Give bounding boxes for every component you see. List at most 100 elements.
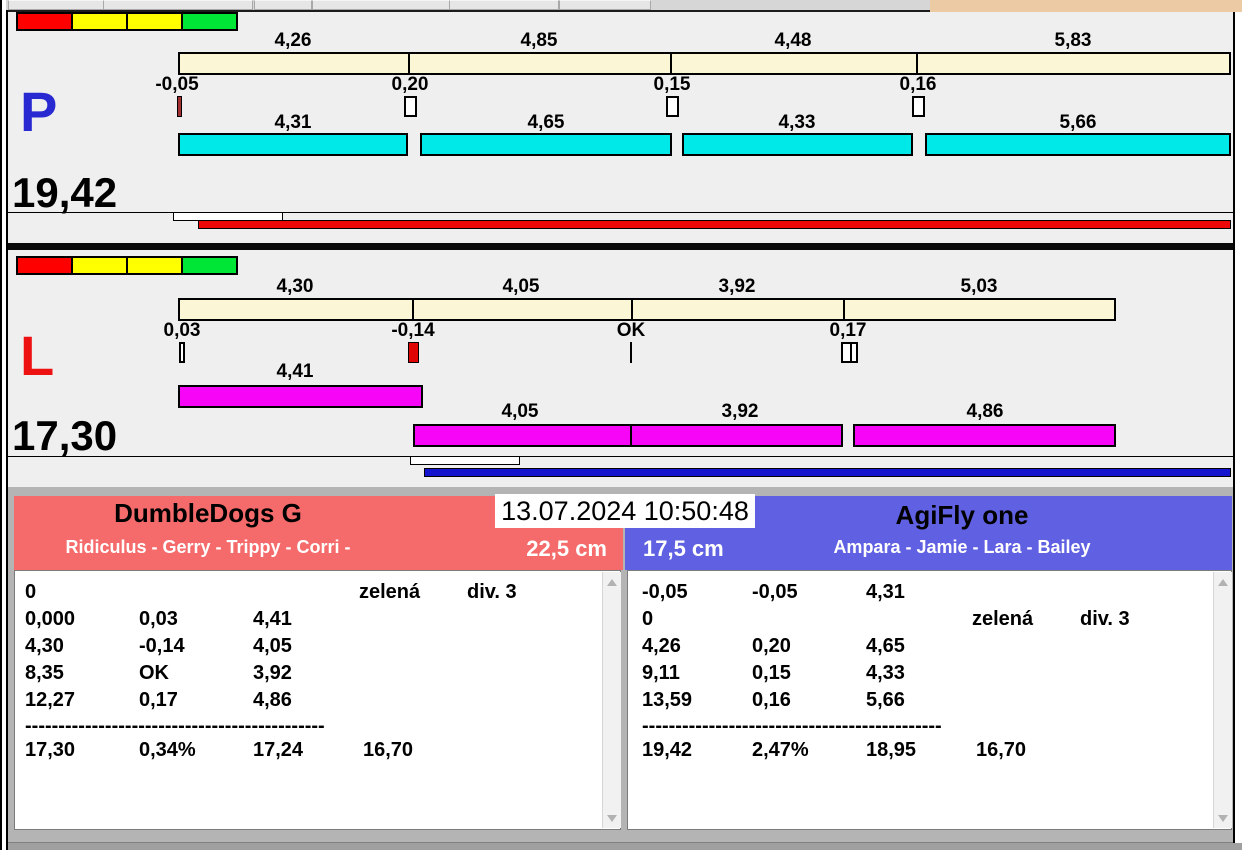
table-right-cell: 19,42 xyxy=(642,739,692,761)
table-right-cell: 0 xyxy=(642,608,653,630)
toolbar-segment[interactable] xyxy=(8,0,104,10)
lane-l-run-split-label: 4,05 xyxy=(502,402,539,422)
table-right-cell: 4,33 xyxy=(866,662,905,684)
table-left-cell: div. 3 xyxy=(467,581,517,603)
lane-l-deviation-label: 0,03 xyxy=(164,321,201,341)
lane-p-fault-scale-block-3 xyxy=(181,12,238,31)
table-left-cell: OK xyxy=(139,662,169,684)
app-window: P 19,42 L 17,30 DumbleDogs G Ridiculus -… xyxy=(0,0,1242,850)
toolbar-segment[interactable] xyxy=(559,0,651,10)
toolbar-strip xyxy=(6,0,930,12)
lane-l-run-split-bar xyxy=(178,385,423,408)
lane-l-progress-bar xyxy=(424,468,1231,477)
lane-p-run-split-bar xyxy=(420,133,672,156)
table-left-cell: 0,17 xyxy=(139,689,178,711)
table-right-cell: 0,20 xyxy=(752,635,791,657)
table-left-cell: 8,35 xyxy=(25,662,64,684)
lane-p-deviation-marker xyxy=(177,96,182,117)
table-right-cell: div. 3 xyxy=(1080,608,1130,630)
toolbar-segment[interactable] xyxy=(449,0,559,10)
table-right-cell: 5,66 xyxy=(866,689,905,711)
table-left-cell: 0,34% xyxy=(139,739,196,761)
date-time-display: 13.07.2024 10:50:48 xyxy=(495,494,755,528)
lane-p-deviation-label: 0,15 xyxy=(654,75,691,95)
table-left-scrollbar[interactable] xyxy=(602,572,621,828)
table-left-cell: 3,92 xyxy=(253,662,292,684)
table-right-cell: zelená xyxy=(972,608,1033,630)
lane-l-run-split-label: 4,86 xyxy=(967,402,1004,422)
chevron-up-icon xyxy=(1218,579,1228,586)
scroll-up-button[interactable] xyxy=(603,574,621,590)
lane-p-run-split-bar xyxy=(925,133,1231,156)
team-left-dogs: Ridiculus - Gerry - Trippy - Corri - xyxy=(14,537,402,558)
table-left-cell: 17,24 xyxy=(253,739,303,761)
lane-l-run-split-label: 3,92 xyxy=(722,402,759,422)
lane-l-reference-split-label: 5,03 xyxy=(961,277,998,297)
scroll-down-button[interactable] xyxy=(1214,810,1232,826)
table-right-cell: 16,70 xyxy=(976,739,1026,761)
lane-l-reference-split-tick xyxy=(412,298,414,321)
lane-p-fault-scale-block-1 xyxy=(71,12,128,31)
table-right-cell: 18,95 xyxy=(866,739,916,761)
lane-l-fault-scale-block-0 xyxy=(16,256,73,275)
team-left-height-class: 22,5 cm xyxy=(526,536,607,562)
lane-p-run-split-label: 4,33 xyxy=(779,113,816,133)
panel-l-background xyxy=(8,250,1233,487)
team-left-name: DumbleDogs G xyxy=(14,498,402,529)
lane-p-run-split-label: 5,66 xyxy=(1060,113,1097,133)
table-right-cell: 2,47% xyxy=(752,739,809,761)
result-table-left: 0zelenádiv. 30,0000,034,414,30-0,144,058… xyxy=(14,570,621,830)
table-right-scrollbar[interactable] xyxy=(1213,572,1232,828)
window-bottom-edge xyxy=(8,843,1242,850)
lane-l-deviation-marker-divider xyxy=(850,344,852,361)
scroll-up-button[interactable] xyxy=(1214,574,1232,590)
table-left-cell: zelená xyxy=(359,581,420,603)
toolbar-segment[interactable] xyxy=(254,0,312,10)
table-right-cell: ----------------------------------------… xyxy=(642,715,942,737)
window-border-right xyxy=(1233,12,1235,843)
panel-divider xyxy=(8,243,1233,250)
desktop-area xyxy=(930,0,1242,12)
lane-p-reference-split-label: 4,26 xyxy=(275,31,312,51)
lane-l-run-split-bar xyxy=(630,424,843,447)
lane-p-deviation-marker xyxy=(666,96,679,117)
lane-p-fault-scale-block-2 xyxy=(126,12,183,31)
lane-p-run-split-bar xyxy=(178,133,408,156)
lane-l-deviation-label: 0,17 xyxy=(830,321,867,341)
toolbar-segment[interactable] xyxy=(103,0,253,10)
toolbar-segment[interactable] xyxy=(312,0,450,10)
window-border-left-outer xyxy=(0,0,2,850)
lane-p-deviation-label: 0,20 xyxy=(392,75,429,95)
lane-p-deviation-label: -0,05 xyxy=(155,75,198,95)
team-right-dogs: Ampara - Jamie - Lara - Bailey xyxy=(662,537,1232,558)
table-left-cell: 17,30 xyxy=(25,739,75,761)
lane-l-progress-track xyxy=(8,456,1233,457)
lane-l-reference-split-label: 3,92 xyxy=(719,277,756,297)
table-left-cell: 0 xyxy=(25,581,36,603)
panel-p-background xyxy=(8,12,1233,243)
lane-p-total-time: 19,42 xyxy=(12,172,117,214)
lane-p-progress-bar xyxy=(198,220,1231,229)
lane-l-reference-split-tick xyxy=(843,298,845,321)
table-left-cell: -0,14 xyxy=(139,635,185,657)
table-left-cell: 0,000 xyxy=(25,608,75,630)
table-left-cell: 4,86 xyxy=(253,689,292,711)
lane-l-fault-scale-block-2 xyxy=(126,256,183,275)
lane-l-run-split-bar xyxy=(413,424,632,447)
table-right-cell: 0,15 xyxy=(752,662,791,684)
lane-p-fault-scale-block-0 xyxy=(16,12,73,31)
table-right-cell: -0,05 xyxy=(642,581,688,603)
lane-l-deviation-marker xyxy=(179,342,185,363)
chevron-down-icon xyxy=(607,815,617,822)
table-left-cell: 4,41 xyxy=(253,608,292,630)
lane-p-reference-split-label: 4,85 xyxy=(521,31,558,51)
lane-l-run-split-bar xyxy=(853,424,1116,447)
table-left-cell: 16,70 xyxy=(363,739,413,761)
table-right-cell: 4,31 xyxy=(866,581,905,603)
scroll-down-button[interactable] xyxy=(603,810,621,826)
team-right-height-class: 17,5 cm xyxy=(643,536,724,562)
table-left-cell: 4,05 xyxy=(253,635,292,657)
lane-l-progress-marker-box xyxy=(410,456,520,465)
lane-p-reference-split-bar xyxy=(178,52,1231,75)
lane-l-reference-split-tick xyxy=(631,298,633,321)
